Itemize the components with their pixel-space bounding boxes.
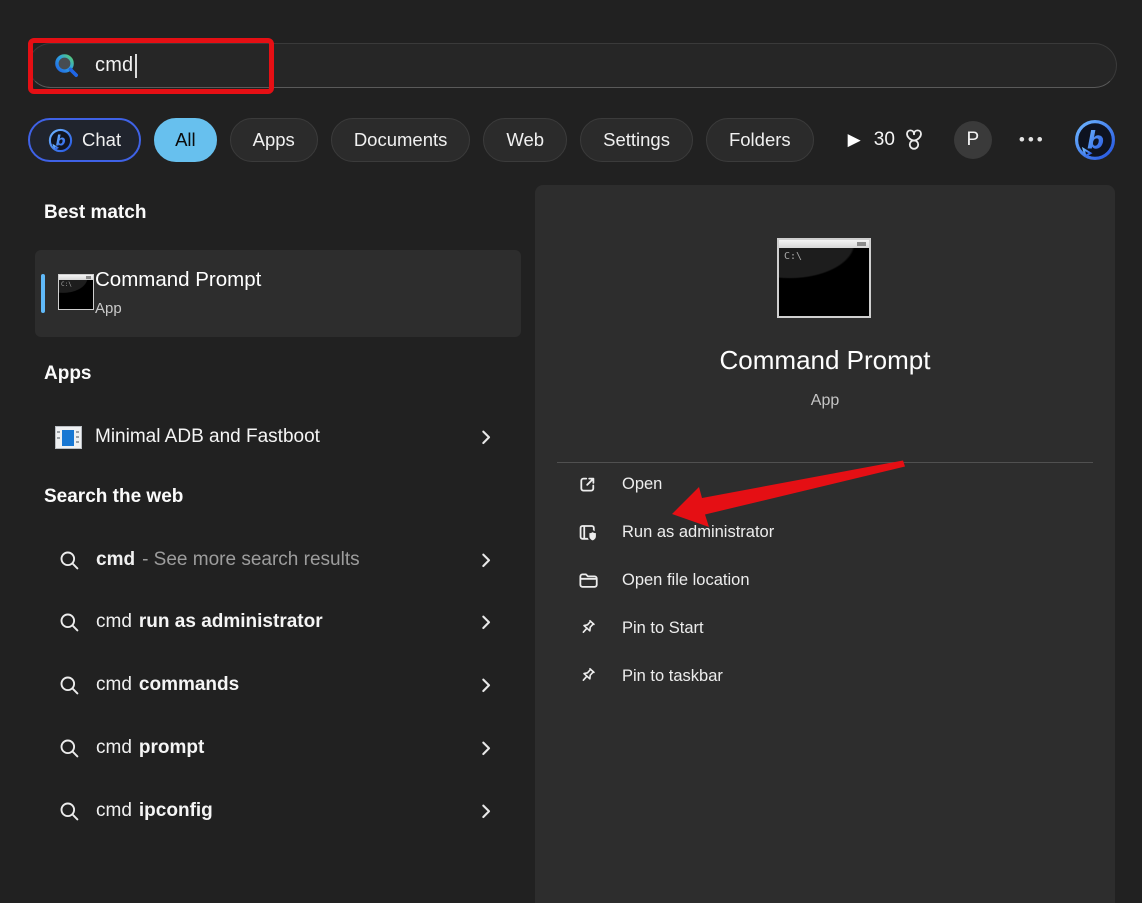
result-subtitle: App [95, 300, 122, 317]
action-label: Open [622, 475, 662, 494]
suggestion-completion: ipconfig [139, 800, 213, 822]
search-filter-tabs: b Chat All Apps Documents Web Settings F… [28, 117, 1106, 163]
chevron-right-icon [477, 551, 495, 569]
action-open[interactable]: Open [553, 460, 1097, 508]
action-open-file-location[interactable]: Open file location [553, 556, 1097, 604]
preview-subtitle: App [535, 392, 1115, 410]
tab-apps[interactable]: Apps [230, 118, 318, 162]
tab-settings[interactable]: Settings [580, 118, 693, 162]
avatar-initial: P [967, 129, 980, 151]
rewards-medal-icon [901, 127, 927, 153]
tab-label: Chat [82, 129, 121, 151]
tabs-right-cluster: 30 P ••• b [874, 118, 1117, 162]
result-title: Command Prompt [95, 268, 261, 292]
web-suggestion-see-more[interactable]: cmd - See more search results [35, 535, 521, 585]
web-suggestion-prompt[interactable]: cmd prompt [35, 723, 521, 773]
search-icon [58, 800, 81, 823]
chevron-right-icon [477, 613, 495, 631]
search-input[interactable]: cmd [28, 43, 1117, 88]
more-options-icon[interactable]: ••• [1019, 130, 1046, 150]
pin-icon [577, 618, 598, 639]
svg-text:b: b [1087, 127, 1104, 155]
chevron-right-icon [477, 739, 495, 757]
tab-web[interactable]: Web [483, 118, 567, 162]
points-count: 30 [874, 129, 895, 151]
chevron-right-icon [477, 428, 495, 446]
open-external-icon [577, 474, 598, 495]
action-label: Pin to taskbar [622, 667, 723, 686]
suggestion-completion: prompt [139, 737, 204, 759]
tab-label: Documents [354, 129, 448, 151]
svg-text:b: b [56, 133, 66, 149]
tab-documents[interactable]: Documents [331, 118, 471, 162]
chevron-right-icon [477, 676, 495, 694]
search-icon [58, 737, 81, 760]
bing-icon[interactable]: b [1073, 118, 1117, 162]
tab-chat[interactable]: b Chat [28, 118, 141, 162]
action-label: Open file location [622, 571, 750, 590]
tab-label: Settings [603, 129, 670, 151]
suggestion-query: cmd [96, 737, 132, 759]
tab-label: Folders [729, 129, 791, 151]
installer-app-icon [55, 426, 82, 449]
search-value: cmd [95, 54, 133, 77]
web-suggestion-run-as-admin[interactable]: cmd run as administrator [35, 597, 521, 647]
suggestion-completion: run as administrator [139, 611, 323, 633]
action-label: Pin to Start [622, 619, 704, 638]
command-prompt-icon: C:\ [777, 238, 871, 318]
section-header-best-match: Best match [44, 202, 146, 224]
tab-label: All [175, 129, 196, 151]
tab-folders[interactable]: Folders [706, 118, 814, 162]
action-pin-to-start[interactable]: Pin to Start [553, 604, 1097, 652]
web-suggestion-commands[interactable]: cmd commands [35, 660, 521, 710]
account-avatar[interactable]: P [954, 121, 992, 159]
tab-label: Apps [253, 129, 295, 151]
windows-search-icon [53, 52, 80, 79]
rewards-points[interactable]: 30 [874, 127, 927, 153]
section-header-apps: Apps [44, 363, 92, 385]
search-icon [58, 611, 81, 634]
suggestion-completion: commands [139, 674, 239, 696]
preview-title: Command Prompt [535, 345, 1115, 376]
admin-shield-icon [577, 522, 598, 543]
tab-label: Web [506, 129, 544, 151]
section-header-search-web: Search the web [44, 486, 183, 508]
search-icon [58, 549, 81, 572]
action-pin-to-taskbar[interactable]: Pin to taskbar [553, 652, 1097, 700]
more-filters-arrow-icon[interactable]: ▶ [848, 130, 861, 150]
bing-chat-icon: b [48, 128, 73, 153]
action-run-as-administrator[interactable]: Run as administrator [553, 508, 1097, 556]
suggestion-query: cmd [96, 674, 132, 696]
text-caret [135, 54, 137, 78]
selection-indicator [41, 274, 45, 313]
suggestion-query: cmd [96, 549, 135, 571]
best-match-result[interactable]: C:\ Command Prompt App [35, 250, 521, 337]
app-result-label: Minimal ADB and Fastboot [95, 426, 320, 448]
windows-search-flyout: cmd b Chat All Apps Documents Web Settin… [0, 0, 1142, 903]
tab-all[interactable]: All [154, 118, 217, 162]
command-prompt-icon: C:\ [58, 274, 94, 310]
pin-icon [577, 666, 598, 687]
suggestion-query: cmd [96, 611, 132, 633]
suggestion-query: cmd [96, 800, 132, 822]
chevron-right-icon [477, 802, 495, 820]
search-icon [58, 674, 81, 697]
action-label: Run as administrator [622, 523, 774, 542]
app-result-minimal-adb[interactable]: Minimal ADB and Fastboot [35, 412, 521, 462]
web-suggestion-ipconfig[interactable]: cmd ipconfig [35, 786, 521, 836]
preview-pane: C:\ Command Prompt App Open Run as admin… [535, 185, 1115, 903]
folder-icon [577, 570, 598, 591]
suggestion-completion: - See more search results [142, 549, 360, 571]
